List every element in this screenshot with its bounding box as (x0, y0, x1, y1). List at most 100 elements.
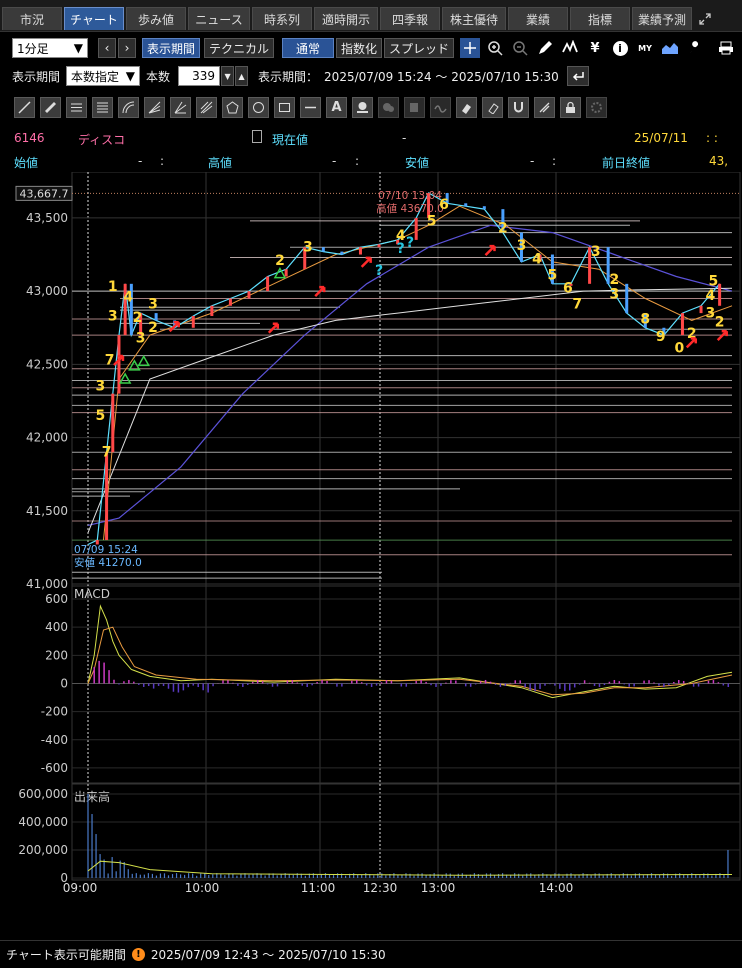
available-period-value: 2025/07/09 12:43 ～ 2025/07/10 15:30 (150, 948, 386, 962)
info-icon[interactable]: i (610, 38, 630, 58)
channel-tool-icon[interactable] (92, 96, 113, 118)
tab-performance[interactable]: 業績 (508, 7, 568, 30)
info-label: i (612, 40, 628, 56)
candle (718, 283, 722, 306)
tab-ticks[interactable]: 歩み値 (126, 7, 186, 30)
td-count-label: 0 (674, 341, 684, 357)
candle (414, 217, 418, 240)
measure-tool-icon[interactable] (534, 96, 555, 118)
ruler-tool-icon[interactable] (40, 96, 61, 118)
count-label: 本数 (146, 69, 171, 84)
stock-code: 6146 (14, 131, 45, 145)
interval-select[interactable]: 1分足 ▼ (12, 38, 88, 58)
td-count-label: 7 (105, 352, 115, 368)
high-label: 高値 (208, 156, 233, 170)
ohlc-row: 始値 - : 高値 - : 安値 - : 前日終値 43, (0, 150, 742, 172)
pattern-icon[interactable] (560, 38, 580, 58)
tab-chart[interactable]: チャート (64, 7, 124, 30)
td-count-label: 7 (102, 445, 112, 461)
display-period-button[interactable]: 表示期間 (142, 38, 201, 58)
tab-timeseries[interactable]: 時系列 (252, 7, 312, 30)
hlines-tool-icon[interactable] (66, 96, 87, 118)
td-count-label: 6 (563, 281, 573, 297)
settings-tool-icon[interactable] (586, 96, 607, 118)
volume-tick-label: 600,000 (18, 787, 68, 801)
td-count-label: 3 (148, 297, 158, 313)
volume-panel (71, 782, 741, 881)
eraser-all-tool-icon[interactable] (482, 96, 503, 118)
td-count-label: 4 (705, 288, 715, 304)
prev-button[interactable]: ‹ (98, 38, 116, 58)
circle-tool-icon[interactable] (248, 96, 269, 118)
index-button[interactable]: 指数化 (336, 38, 383, 58)
wrench-icon[interactable] (685, 38, 705, 58)
expand-icon[interactable] (694, 7, 716, 30)
yen-label: ¥ (590, 40, 600, 56)
ma-line-blue (87, 224, 733, 526)
tab-forecast[interactable]: 業績予測 (632, 7, 692, 30)
time-tick-label: 13:00 (421, 881, 456, 895)
gann-tool-icon[interactable] (170, 96, 191, 118)
rectangle-tool-icon[interactable] (274, 96, 295, 118)
magnet-tool-icon[interactable] (508, 96, 529, 118)
text-tool-icon[interactable]: A (326, 96, 347, 118)
candle (191, 316, 195, 328)
main-tabs: 市況 チャート 歩み値 ニュース 時系列 適時開示 四季報 株主優待 業績 指標… (0, 0, 742, 32)
area-chart-icon[interactable] (660, 38, 680, 58)
eraser-tool-icon[interactable] (456, 96, 477, 118)
macd-tick-label: -200 (41, 705, 68, 719)
tab-news[interactable]: ニュース (188, 7, 250, 30)
stamp-tool-icon[interactable] (352, 96, 373, 118)
tab-market[interactable]: 市況 (2, 7, 62, 30)
pitchfork-tool-icon[interactable] (196, 96, 217, 118)
candle (117, 335, 121, 394)
hline-tool-icon[interactable] (300, 96, 321, 118)
candle (105, 452, 109, 541)
spread-button[interactable]: スプレッド (384, 38, 455, 58)
tab-shikiho[interactable]: 四季報 (380, 7, 440, 30)
question-mark-signal: ? (397, 241, 405, 257)
stock-info-row: 6146 ディスコ 現在値 - 25/07/11 : : (0, 127, 742, 149)
zoom-out-icon[interactable] (510, 38, 530, 58)
candle (247, 291, 251, 299)
open-label: 始値 (14, 156, 39, 170)
pentagon-tool-icon[interactable] (222, 96, 243, 118)
lock-tool-icon[interactable] (560, 96, 581, 118)
group-tool-icon[interactable] (378, 96, 399, 118)
td-count-label: 6 (439, 197, 449, 213)
candle (377, 244, 381, 248)
td-count-label: 3 (136, 330, 146, 346)
chart-area[interactable]: 43,500 43,000 42,500 42,000 41,500 41,000 43,6… (0, 171, 742, 938)
td-count-label: 8 (640, 311, 650, 327)
chart-svg[interactable]: 43,500 43,000 42,500 42,000 41,500 41,000 43,6… (0, 171, 742, 938)
pencil-icon[interactable] (535, 38, 555, 58)
td-count-label: 3 (108, 308, 118, 324)
tab-indicators[interactable]: 指標 (570, 7, 630, 30)
count-up-button[interactable]: ▲ (235, 66, 249, 86)
normal-button[interactable]: 通常 (282, 38, 335, 58)
low-time: : (552, 154, 557, 168)
fan-tool-icon[interactable] (144, 96, 165, 118)
wave-tool-icon[interactable] (430, 96, 451, 118)
my-icon[interactable]: MY (635, 38, 655, 58)
print-icon[interactable] (716, 38, 736, 58)
crosshair-icon[interactable] (460, 38, 481, 58)
open-time: : (160, 154, 165, 168)
td-count-label: 9 (656, 329, 666, 345)
candle (358, 247, 362, 255)
arc-tool-icon[interactable] (118, 96, 139, 118)
technical-button[interactable]: テクニカル (204, 38, 275, 58)
period-mode-select[interactable]: 本数指定 ▼ (66, 66, 141, 86)
zoom-in-icon[interactable] (485, 38, 505, 58)
count-down-button[interactable]: ▼ (221, 66, 235, 86)
copy-tool-icon[interactable] (404, 96, 425, 118)
next-button[interactable]: › (118, 38, 136, 58)
chevron-left-icon: ‹ (104, 41, 110, 55)
trendline-tool-icon[interactable] (14, 96, 35, 118)
yen-icon[interactable]: ¥ (585, 38, 605, 58)
reset-button[interactable] (566, 66, 589, 86)
tab-benefits[interactable]: 株主優待 (442, 7, 506, 30)
tab-disclosure[interactable]: 適時開示 (314, 7, 378, 30)
warning-icon: ! (131, 948, 145, 961)
count-input[interactable]: 339 (178, 66, 221, 86)
